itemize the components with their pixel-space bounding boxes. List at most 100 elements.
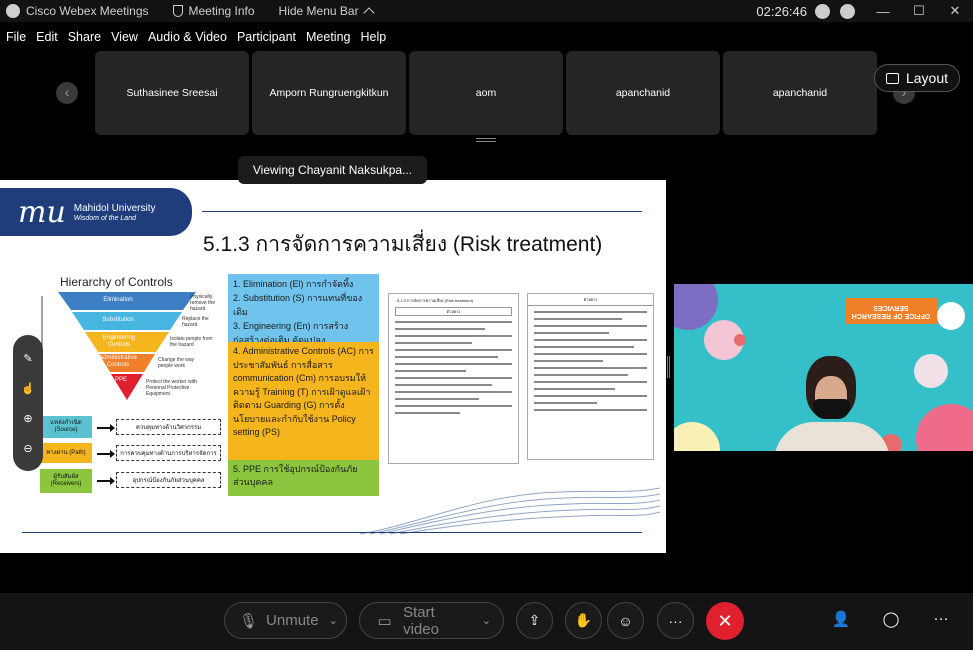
more-icon: ··· <box>668 612 683 629</box>
leave-meeting-button[interactable]: ✕ <box>706 602 744 640</box>
hierarchy-title: Hierarchy of Controls <box>60 275 173 289</box>
participant-name: Suthasinee Sreesai <box>126 87 218 99</box>
participant-name: apanchanid <box>615 87 671 99</box>
slide-title: 5.1.3 การจัดการความเสี่ยง (Risk treatmen… <box>203 233 603 256</box>
pen-icon[interactable]: ✎ <box>20 352 36 365</box>
example-document-2: ตัวอย่าง <box>527 293 654 460</box>
arrow-icon <box>97 477 115 485</box>
speaker-video[interactable]: OFFICE OF RESEARCH SERVICES <box>674 284 973 451</box>
webex-logo-icon <box>6 4 20 18</box>
bg-circle <box>916 404 973 451</box>
shield-icon <box>172 5 183 17</box>
doc-header: ตัวอย่าง <box>395 307 512 316</box>
speaker-body <box>774 422 890 451</box>
footer-rule <box>22 532 642 533</box>
unmute-label: Unmute <box>266 612 319 629</box>
meeting-info-label: Meeting Info <box>188 4 255 18</box>
pointer-icon[interactable]: ☝ <box>20 382 36 395</box>
reactions-button[interactable]: ☺ <box>607 602 644 639</box>
source-label: แหล่งกำเนิด (Source) <box>40 416 92 438</box>
menu-share[interactable]: Share <box>68 28 101 48</box>
menu-file[interactable]: File <box>6 28 26 48</box>
logo-mark: mu <box>18 194 66 230</box>
example-document-1: 5.1.3 การจัดการความเสี่ยง (Risk treatmen… <box>388 293 519 464</box>
chat-icon: ◯ <box>882 611 900 628</box>
participant-tile[interactable]: apanchanid <box>723 51 877 135</box>
participant-name: apanchanid <box>772 87 828 99</box>
controls-box-green: 5. PPE การใช้อุปกรณ์ป้องกันภัยส่วนบุคคล <box>228 460 379 496</box>
shared-slide: mu Mahidol University Wisdom of the Land… <box>0 180 666 553</box>
menu-participant[interactable]: Participant <box>237 28 296 48</box>
minimize-button[interactable]: — <box>865 4 901 19</box>
pyramid-label: Substitution <box>102 316 134 323</box>
mic-muted-icon: 🎙 <box>239 612 259 630</box>
office-banner: OFFICE OF RESEARCH SERVICES <box>845 298 937 324</box>
menu-meeting[interactable]: Meeting <box>306 28 350 48</box>
participant-name: Amporn Rungruengkitkun <box>269 87 389 99</box>
logo-motto: Wisdom of the Land <box>73 214 136 222</box>
chevron-up-icon <box>362 7 375 19</box>
raise-hand-button[interactable]: ✋ <box>565 602 602 639</box>
title-rule <box>202 211 642 212</box>
layout-label: Layout <box>905 70 949 86</box>
pyramid-label: PPE <box>114 376 127 383</box>
unmute-button[interactable]: 🎙 Unmute ⌄ <box>224 602 347 639</box>
menu-view[interactable]: View <box>111 28 138 48</box>
close-icon: ✕ <box>717 610 733 631</box>
panel-divider[interactable] <box>667 356 670 378</box>
viewing-indicator: Viewing Chayanit Naksukpa... <box>238 156 427 184</box>
participant-tile[interactable]: Amporn Rungruengkitkun <box>252 51 406 135</box>
participant-tile[interactable]: Suthasinee Sreesai <box>95 51 249 135</box>
wave-decoration <box>360 487 660 535</box>
participant-tile[interactable]: apanchanid <box>566 51 720 135</box>
participant-tile[interactable]: aom <box>409 51 563 135</box>
meeting-clock: 02:26:46 <box>756 3 807 19</box>
chat-button[interactable]: ◯ <box>880 610 902 632</box>
participants-icon: 👤 <box>831 611 851 628</box>
annotation-toolbar: ✎ ☝ ⊕ ⊖ <box>13 335 43 471</box>
network-stats-icon[interactable] <box>840 3 855 19</box>
pyramid-note: Replace the hazard <box>182 316 209 328</box>
control-item: 4. Administrative Controls (AC) การประชา… <box>233 346 374 437</box>
pyramid-note: Isolate people from the hazard <box>170 336 213 348</box>
arrow-icon <box>97 450 115 458</box>
menu-audio-video[interactable]: Audio & Video <box>148 28 227 48</box>
titlebar-right: 02:26:46 — ☐ ✕ <box>756 0 973 22</box>
record-status-icon[interactable] <box>815 3 830 19</box>
controls-box-orange: 4. Administrative Controls (AC) การประชา… <box>228 342 379 460</box>
control-item: 5. PPE การใช้อุปกรณ์ป้องกันภัยส่วนบุคคล <box>233 464 358 487</box>
more-options-button[interactable]: ··· <box>657 602 694 639</box>
participant-name: aom <box>475 87 497 99</box>
hide-menu-bar-button[interactable]: Hide Menu Bar <box>278 4 375 19</box>
more-panels-button[interactable]: ··· <box>930 610 952 632</box>
hide-menu-bar-label: Hide Menu Bar <box>278 4 359 18</box>
strip-prev-button[interactable]: ‹ <box>56 82 78 104</box>
control-item: 1. Elimination (El) การกำจัดทิ้ง <box>233 279 354 289</box>
mahidol-logo: mu Mahidol University Wisdom of the Land <box>0 188 192 236</box>
control-item: 2. Substitution (S) การแทนที่ของเดิม <box>233 293 363 317</box>
participants-panel-button[interactable]: 👤 <box>830 610 852 632</box>
logo-university: Mahidol University <box>73 202 156 214</box>
pyramid-note: Change the way people work <box>158 357 195 369</box>
menu-bar: File Edit Share View Audio & Video Parti… <box>0 28 390 48</box>
zoom-out-icon[interactable]: ⊖ <box>20 442 36 455</box>
meeting-info-button[interactable]: Meeting Info <box>172 4 255 18</box>
source-desc: ควบคุมทางด้านวิศวกรรม <box>116 419 221 435</box>
pyramid-label: Engineering Controls <box>102 335 136 348</box>
start-video-button[interactable]: ▭ Start video ⌄ <box>359 602 504 639</box>
menu-edit[interactable]: Edit <box>36 28 58 48</box>
zoom-in-icon[interactable]: ⊕ <box>20 412 36 425</box>
share-button[interactable]: ⇪ <box>516 602 553 639</box>
menu-help[interactable]: Help <box>360 28 386 48</box>
viewing-label: Viewing Chayanit Naksukpa... <box>252 163 413 177</box>
strip-resize-handle[interactable] <box>476 138 496 142</box>
video-off-icon: ▭ <box>377 612 392 630</box>
close-window-button[interactable]: ✕ <box>937 3 973 19</box>
receivers-desc: อุปกรณ์ป้องกันภัยส่วนบุคคล <box>116 472 221 488</box>
bg-circle <box>674 422 720 451</box>
title-bar: Cisco Webex Meetings Meeting Info Hide M… <box>0 0 973 22</box>
chevron-down-icon[interactable]: ⌄ <box>482 614 491 627</box>
chevron-down-icon[interactable]: ⌄ <box>329 614 338 627</box>
maximize-button[interactable]: ☐ <box>901 3 937 19</box>
layout-button[interactable]: Layout <box>874 64 960 92</box>
